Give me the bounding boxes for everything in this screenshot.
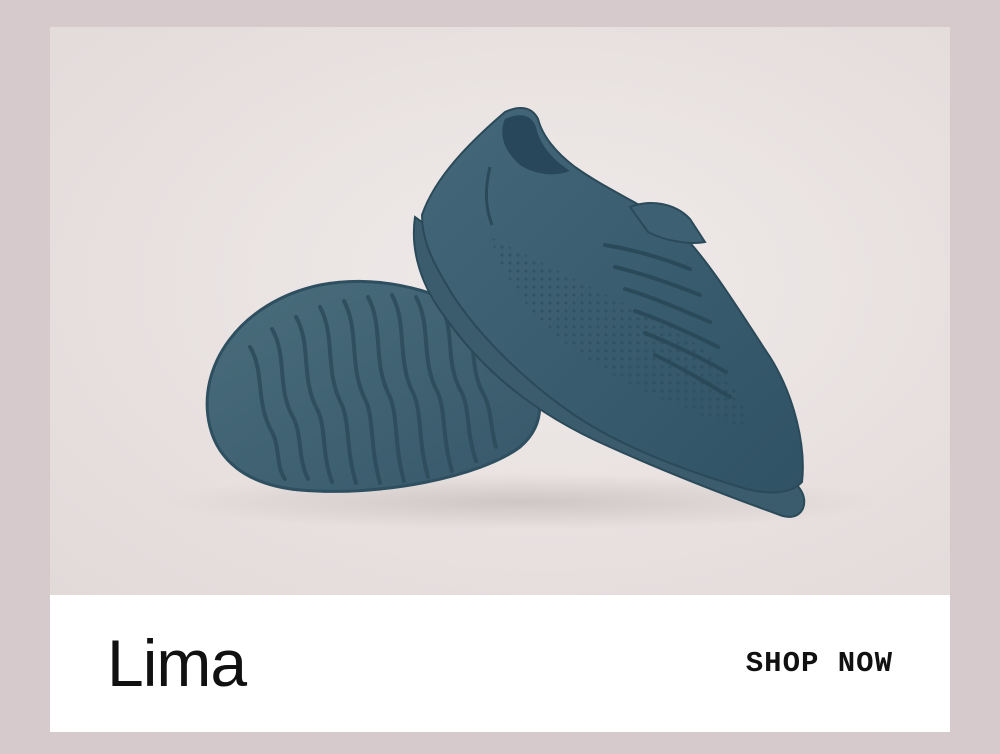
product-card[interactable]: Lima SHOP NOW	[50, 27, 950, 732]
product-footer: Lima SHOP NOW	[50, 595, 950, 732]
product-image[interactable]	[50, 27, 950, 595]
shop-now-link[interactable]: SHOP NOW	[746, 647, 893, 681]
product-name: Lima	[107, 626, 247, 700]
sneaker-illustration	[160, 106, 880, 530]
